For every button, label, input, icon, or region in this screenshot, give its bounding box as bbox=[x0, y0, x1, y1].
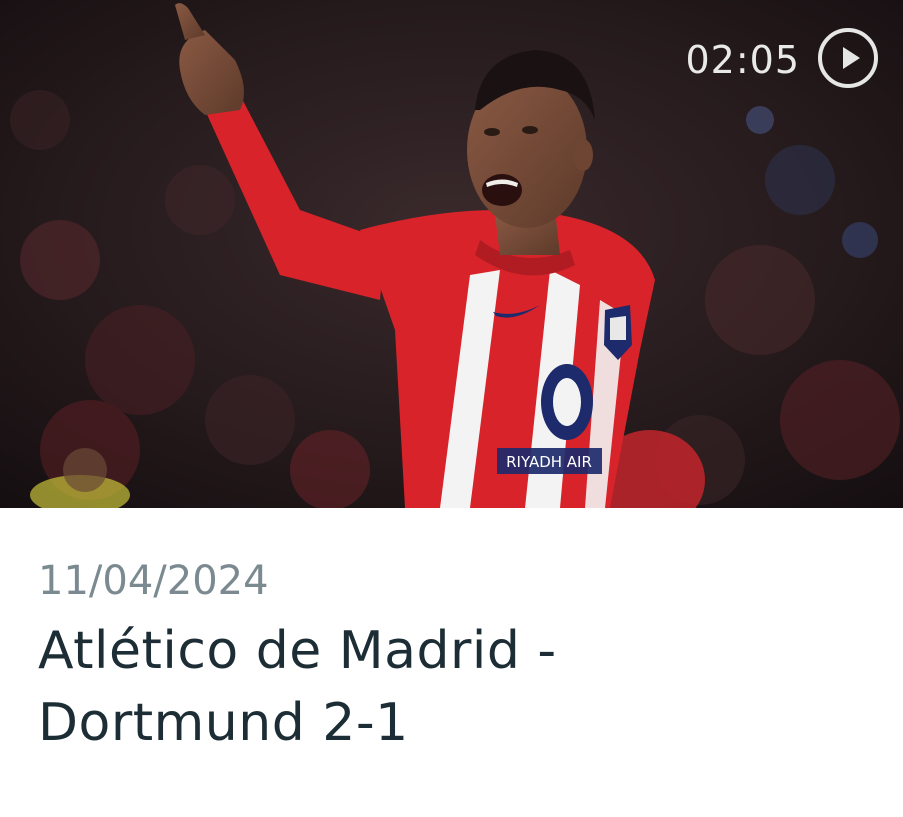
article-info: 11/04/2024 Atlético de Madrid - Dortmund… bbox=[38, 555, 878, 759]
play-button[interactable] bbox=[818, 28, 878, 88]
video-duration: 02:05 bbox=[685, 38, 800, 82]
article-date: 11/04/2024 bbox=[38, 558, 269, 604]
video-thumbnail[interactable]: RIYADH AIR 02:05 bbox=[0, 0, 903, 508]
play-circle-icon bbox=[843, 47, 860, 69]
sponsor-text: RIYADH AIR bbox=[506, 453, 592, 471]
video-card[interactable]: RIYADH AIR 02:05 11/04/2024 Atlético de … bbox=[0, 0, 903, 817]
article-title[interactable]: Atlético de Madrid - Dortmund 2-1 bbox=[38, 615, 658, 759]
